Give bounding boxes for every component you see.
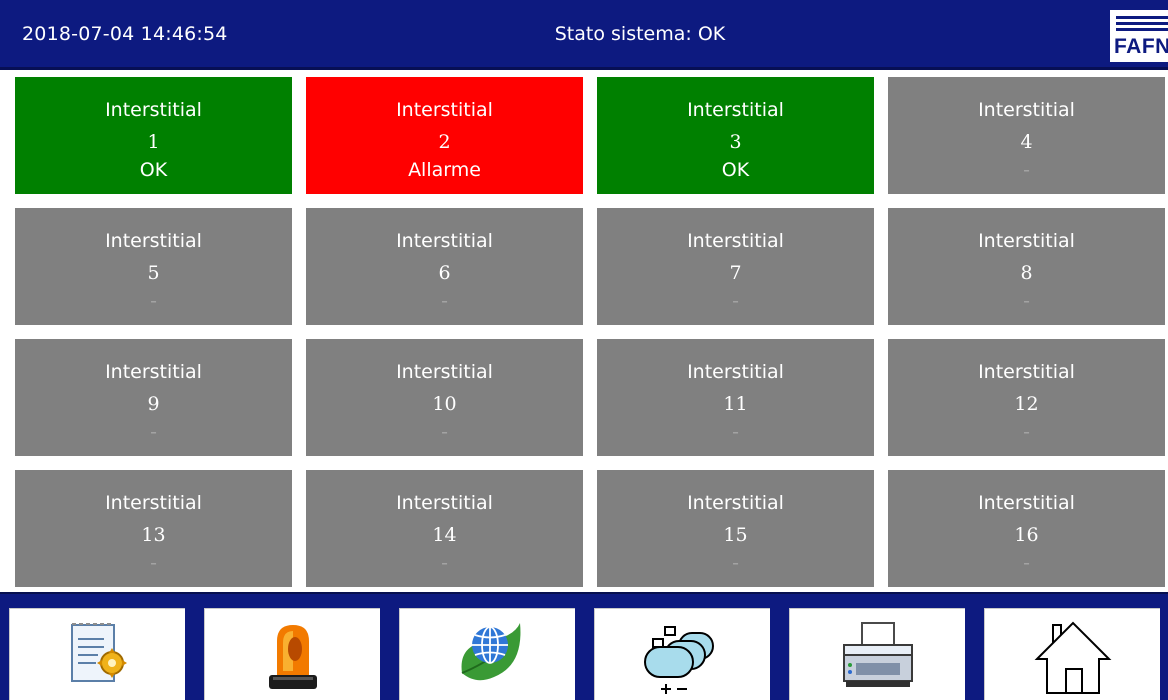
tile-number: 15 <box>723 524 748 546</box>
tile-status: - <box>150 421 157 443</box>
interstitial-tile-3[interactable]: Interstitial 3 OK <box>597 77 874 194</box>
interstitial-tile-5[interactable]: Interstitial 5 - <box>15 208 292 325</box>
tile-number: 4 <box>1020 131 1033 153</box>
tile-status: - <box>1023 159 1030 181</box>
tile-label: Interstitial <box>105 99 202 121</box>
tile-number: 12 <box>1014 393 1039 415</box>
tile-label: Interstitial <box>687 361 784 383</box>
tile-status: - <box>441 552 448 574</box>
interstitial-tile-12[interactable]: Interstitial 12 - <box>888 339 1165 456</box>
logo-text: FAFNIR <box>1114 35 1168 58</box>
tile-label: Interstitial <box>978 230 1075 252</box>
tile-label: Interstitial <box>396 361 493 383</box>
tile-status: OK <box>139 159 168 181</box>
tile-number: 2 <box>438 131 451 153</box>
tile-status: - <box>1023 421 1030 443</box>
tile-status: - <box>732 290 739 312</box>
toolbar-button-alarms[interactable] <box>204 608 380 700</box>
tile-label: Interstitial <box>978 361 1075 383</box>
tile-label: Interstitial <box>105 230 202 252</box>
tile-label: Interstitial <box>105 361 202 383</box>
tile-number: 11 <box>723 393 748 415</box>
interstitial-tile-7[interactable]: Interstitial 7 - <box>597 208 874 325</box>
toolbar-button-home[interactable] <box>984 608 1160 700</box>
header-bar: 2018-07-04 14:46:54 Stato sistema: OK FA… <box>0 0 1168 70</box>
tile-number: 7 <box>729 262 742 284</box>
tile-status: - <box>441 421 448 443</box>
tile-status: OK <box>721 159 750 181</box>
tile-number: 14 <box>432 524 457 546</box>
interstitial-tile-2[interactable]: Interstitial 2 Allarme <box>306 77 583 194</box>
tile-label: Interstitial <box>687 492 784 514</box>
printer-icon <box>843 622 913 687</box>
tile-label: Interstitial <box>687 99 784 121</box>
fafnir-logo: FAFNIR <box>1110 10 1168 62</box>
interstitial-tile-8[interactable]: Interstitial 8 - <box>888 208 1165 325</box>
interstitial-tile-14[interactable]: Interstitial 14 - <box>306 470 583 587</box>
tile-number: 6 <box>438 262 451 284</box>
tile-number: 5 <box>147 262 160 284</box>
tile-number: 16 <box>1014 524 1039 546</box>
alarm-beacon-icon <box>269 625 317 689</box>
interstitial-grid: Interstitial 1 OK Interstitial 2 Allarme Inter… <box>0 70 1168 592</box>
tile-label: Interstitial <box>396 99 493 121</box>
interstitial-tile-4[interactable]: Interstitial 4 - <box>888 77 1165 194</box>
globe-leaf-icon <box>461 623 521 681</box>
interstitial-tile-9[interactable]: Interstitial 9 - <box>15 339 292 456</box>
tile-status: - <box>1023 552 1030 574</box>
tile-number: 9 <box>147 393 160 415</box>
system-status: Stato sistema: OK <box>554 23 726 45</box>
tile-status: - <box>150 552 157 574</box>
tile-label: Interstitial <box>396 230 493 252</box>
report-edit-icon <box>71 623 127 682</box>
tile-label: Interstitial <box>396 492 493 514</box>
interstitial-tile-1[interactable]: Interstitial 1 OK <box>15 77 292 194</box>
toolbar-button-tanks[interactable] <box>594 608 770 700</box>
bottom-toolbar <box>0 592 1168 700</box>
tile-label: Interstitial <box>978 492 1075 514</box>
tile-number: 13 <box>141 524 166 546</box>
toolbar-button-network[interactable] <box>399 608 575 700</box>
tile-number: 3 <box>729 131 742 153</box>
interstitial-tile-6[interactable]: Interstitial 6 - <box>306 208 583 325</box>
tile-number: 10 <box>432 393 457 415</box>
tile-status: - <box>1023 290 1030 312</box>
interstitial-tile-11[interactable]: Interstitial 11 - <box>597 339 874 456</box>
tile-status: - <box>732 552 739 574</box>
tile-status: - <box>150 290 157 312</box>
tile-number: 8 <box>1020 262 1033 284</box>
interstitial-tile-13[interactable]: Interstitial 13 - <box>15 470 292 587</box>
tanks-plus-minus-icon <box>644 626 714 694</box>
tile-status: Allarme <box>408 159 481 181</box>
toolbar-button-reports[interactable] <box>9 608 185 700</box>
interstitial-tile-15[interactable]: Interstitial 15 - <box>597 470 874 587</box>
interstitial-tile-10[interactable]: Interstitial 10 - <box>306 339 583 456</box>
home-icon <box>1034 621 1112 694</box>
interstitial-tile-16[interactable]: Interstitial 16 - <box>888 470 1165 587</box>
tile-label: Interstitial <box>978 99 1075 121</box>
tile-label: Interstitial <box>105 492 202 514</box>
tile-number: 1 <box>147 131 160 153</box>
toolbar-button-print[interactable] <box>789 608 965 700</box>
tile-label: Interstitial <box>687 230 784 252</box>
tile-status: - <box>441 290 448 312</box>
tile-status: - <box>732 421 739 443</box>
